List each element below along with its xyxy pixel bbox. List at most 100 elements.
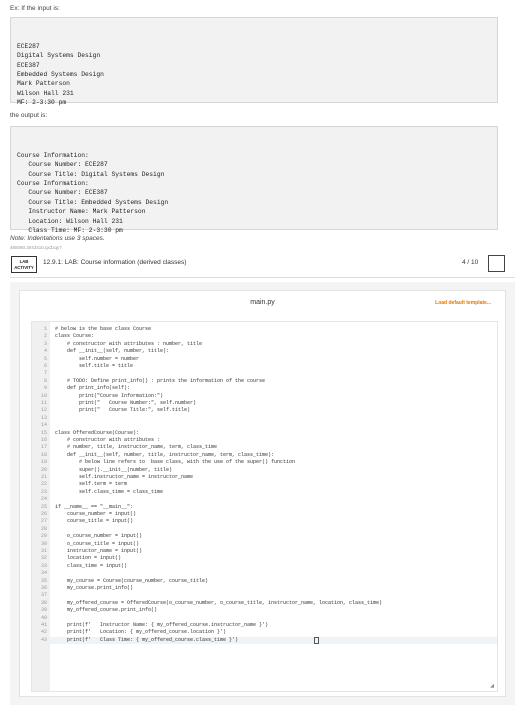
line-number: 31 [40,548,47,554]
line-number: 34 [40,570,47,577]
code-area[interactable]: 1 # below is the base class Course 2 class … [31,321,498,692]
file-name: main.py [250,299,275,306]
line-number: 43 [40,636,47,643]
line-number: 27 [40,518,47,525]
line-number: 32 [40,555,47,562]
code-line: print(f' Location: { my_offered_course.l… [55,629,227,636]
line-number: 20 [40,466,47,473]
line-number: 12 [40,407,47,414]
line-number: 40 [40,614,47,621]
code-line: o_course_number = input() [55,533,143,540]
line-number: 11 [40,400,47,406]
code-line: super().__init__(number, title) [55,466,173,473]
load-default-template-link[interactable]: Load default template... [435,300,491,306]
code-line: class Course: [55,333,95,340]
line-number: 25 [40,503,47,510]
text-line: Course Number: ECE287 [17,161,108,169]
code-line: course_number = input() [55,511,137,517]
line-number: 7 [43,370,47,377]
code-line: class OfferedCourse(Course): [55,429,140,436]
text-line: Course Title: Embedded Systems Design [17,198,169,206]
lab-score: 4 / 10 [462,259,479,266]
badge-line-2: ACTIVITY [14,264,34,270]
code-line: location = input() [55,555,122,562]
code-line: # below line refers to base class, with … [55,459,296,466]
code-line: # number, title, instructor_name, term, … [55,444,218,451]
code-line: # constructor with attributes : [55,437,161,443]
text-line: Course Information: [17,180,89,188]
code-line: my_course.print_info() [55,585,134,591]
text-line: ECE287 [17,42,40,50]
text-line: Course Number: ECE387 [17,189,108,197]
code-line: self.title = title [55,363,134,369]
example-input-lines: ECE287 Digital Systems Design ECE387 Embedd… [17,42,491,108]
line-number: 13 [40,414,47,421]
code-line: def __init__(self, number, title): [55,348,170,355]
line-number: 2 [43,333,47,340]
line-number: 5 [43,355,47,362]
score-badge-icon [488,255,505,272]
code-line: print(" Course Title:", self.title) [55,407,191,414]
line-number: 6 [43,363,47,369]
line-number: 38 [40,599,47,606]
text-line: MF: 2-3:30 pm [17,99,67,107]
line-number: 8 [43,377,47,384]
code-line: # TODO: Define print_info() : prints the… [55,377,266,384]
output-label: the output is: [10,112,48,119]
line-number: 14 [40,422,47,429]
example-output-lines: Course Information: Course Number: ECE28… [17,151,491,236]
line-number: 28 [40,525,47,532]
lab-activity-badge: LAB ACTIVITY [11,256,37,273]
code-line: print(f' Instructor Name: { my_offered_c… [55,622,269,628]
lab-title: 12.9.1: LAB: Course information (derived… [43,259,187,266]
code-line: my_offered_course = OfferedCourse(o_cour… [55,599,383,606]
code-line: if __name__ == "__main__": [55,503,134,510]
example-output-box: Course Information: Course Number: ECE28… [10,126,498,234]
line-number: 39 [40,607,47,614]
lab-workspace: main.py Load default template... 1 # belo… [10,282,515,705]
line-number: 30 [40,540,47,547]
text-cursor [314,636,319,644]
line-number: 18 [40,451,47,458]
line-number: 9 [43,385,47,392]
example-input-box: ECE287 Digital Systems Design ECE387 Embedd… [10,17,498,106]
text-line: Course Title: Digital Systems Design [17,170,165,178]
line-number: 4 [43,348,47,355]
line-number: 33 [40,562,47,569]
line-number: 10 [40,392,47,399]
code-line: def __init__(self, number, title, instru… [55,451,275,458]
line-number: 15 [40,429,47,436]
line-number: 35 [40,577,47,584]
line-number: 17 [40,444,47,451]
line-number: 1 [43,326,47,332]
code-line: my_course = Course(course_number, course… [55,577,209,584]
line-number: 23 [40,488,47,495]
code-line: instructor_name = input() [55,548,143,554]
code-line: self.term = term [55,481,128,488]
line-number: 37 [40,592,47,599]
lab-header: LAB ACTIVITY 12.9.1: LAB: Course informa… [10,253,515,278]
code-editor-panel: main.py Load default template... 1 # belo… [19,290,506,697]
text-line: Embedded Systems Design [17,71,104,79]
line-number: 29 [40,533,47,540]
line-number: 26 [40,511,47,517]
indentation-note: Note: Indentations use 3 spaces. [10,235,105,242]
code-line: self.number = number [55,355,140,362]
line-number: 24 [40,496,47,503]
text-line: Course Information: [17,151,89,159]
resize-handle-icon[interactable]: ◢ [490,683,494,689]
code-line: o_course_title = input() [55,540,140,547]
code-line: self.class_time = class_time [55,488,164,495]
code-line: def print_info(self): [55,385,131,392]
text-line: Wilson Hall 231 [17,89,74,97]
text-line: ECE387 [17,61,40,69]
code-line: my_offered_course.print_info() [55,607,158,614]
line-number: 19 [40,459,47,466]
text-line: Instructor Name: Mark Patterson [17,208,146,216]
line-number: 22 [40,481,47,488]
code-line: # below is the base class Course [55,326,152,332]
input-label: Ex: If the input is: [10,5,60,12]
code-line: self.instructor_name = instructor_name [55,474,194,480]
code-line: print("Course Information:") [55,392,164,399]
text-line: Digital Systems Design [17,52,101,60]
